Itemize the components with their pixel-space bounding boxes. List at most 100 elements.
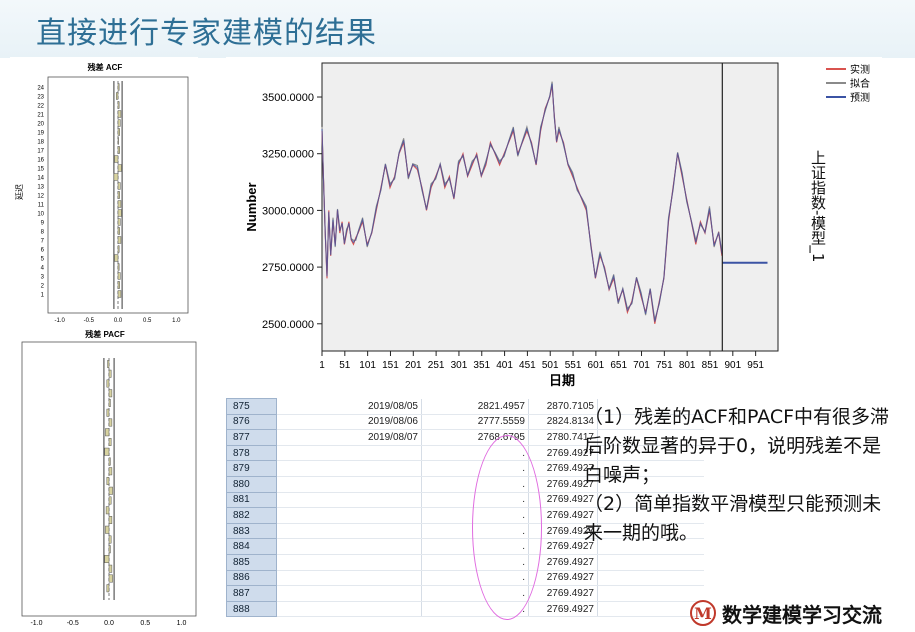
acf-lag-label: 17 [37, 149, 44, 155]
pacf-bar [104, 447, 110, 456]
data-cell [597, 570, 704, 587]
data-cell [276, 601, 422, 618]
x-tick-label: 601 [588, 360, 605, 371]
brand-name: 数学建模学习交流 [722, 602, 882, 627]
x-tick-label: 201 [405, 360, 422, 371]
acf-lag-label: 15 [37, 167, 44, 173]
data-cell: 2769.4927 [528, 585, 598, 602]
pacf-x-tick: 1.0 [177, 620, 187, 627]
row-id-cell: 886 [226, 569, 277, 587]
slide-title: 直接进行专家建模的结果 [36, 16, 377, 51]
y-tick-label: 3500.0000 [262, 92, 314, 104]
row-id-cell: 880 [226, 475, 277, 493]
y-tick-label: 2500.0000 [262, 319, 314, 331]
data-cell [276, 585, 422, 602]
pacf-bar [108, 535, 112, 544]
data-cell: 2777.5559 [421, 414, 529, 431]
pacf-bar [108, 467, 113, 476]
y-tick-label: 3250.0000 [262, 149, 314, 161]
pacf-bar [108, 564, 113, 573]
data-cell [276, 554, 422, 571]
x-tick-label: 301 [451, 360, 468, 371]
pacf-bar [105, 506, 110, 515]
pacf-bar [108, 486, 113, 495]
row-id-cell: 888 [226, 600, 277, 618]
x-tick-label: 751 [656, 360, 673, 371]
data-cell [276, 460, 422, 477]
acf-x-tick: 0.5 [143, 318, 152, 324]
pacf-bar [107, 360, 110, 368]
row-id-cell: 882 [226, 507, 277, 524]
note-2: （2）简单指数平滑模型只能预测未来一期的哦。 [584, 493, 882, 544]
acf-lag-label: 14 [37, 176, 44, 182]
data-cell: 2769.4927 [528, 570, 598, 587]
x-tick-label: 701 [633, 360, 650, 371]
highlight-oval [472, 435, 542, 620]
x-tick-label: 801 [679, 360, 696, 371]
acf-bar [117, 200, 122, 208]
note-1: （1）残差的ACF和PACF中有很多滞后阶数显著的异于0，说明残差不是白噪声； [584, 406, 890, 486]
row-id-cell: 883 [226, 522, 277, 540]
acf-bar [113, 173, 119, 181]
pacf-title: 残差 PACF [85, 329, 125, 339]
row-id-cell: 876 [226, 413, 277, 431]
pacf-bar [108, 399, 111, 407]
row-id-cell: 875 [226, 398, 277, 415]
acf-lag-label: 23 [37, 95, 44, 101]
forecast-chart: 2500.0000 2750.0000 3000.0000 3250.0000 3500… [226, 57, 882, 393]
x-tick-label: 351 [473, 360, 490, 371]
x-tick-label: 651 [610, 360, 627, 371]
row-id-cell: 885 [226, 553, 277, 571]
acf-bar [117, 281, 120, 289]
data-cell [276, 445, 422, 462]
y-tick-label: 2750.0000 [262, 262, 314, 274]
x-tick-label: 551 [565, 360, 582, 371]
legend-label: 预测 [850, 91, 870, 104]
x-tick-label: 1 [319, 360, 325, 371]
acf-x-tick: 1.0 [172, 318, 181, 324]
acf-lag-label: 10 [37, 212, 44, 218]
acf-bar [116, 92, 119, 100]
row-id-cell: 878 [226, 444, 277, 462]
x-tick-label: 101 [359, 360, 376, 371]
x-tick-label: 851 [702, 360, 719, 371]
x-tick-label: 451 [519, 360, 536, 371]
pacf-bar [108, 516, 113, 524]
pacf-bar [106, 477, 110, 485]
acf-ylabel: 延迟 [14, 184, 24, 200]
table-row: 888. 2769.4927 [226, 600, 704, 618]
data-cell [276, 570, 422, 587]
row-id-cell: 884 [226, 538, 277, 555]
acf-lag-label: 12 [37, 194, 44, 200]
acf-bar [114, 254, 119, 262]
row-id-cell: 879 [226, 460, 277, 477]
acf-bar [117, 182, 121, 190]
acf-lag-label: 13 [37, 185, 44, 191]
x-tick-label: 51 [339, 360, 351, 371]
pacf-bar [108, 457, 111, 466]
acf-bar [114, 155, 119, 163]
pacf-bar [108, 389, 113, 398]
acf-bar [117, 137, 119, 145]
pacf-bar [106, 379, 110, 388]
acf-bar [117, 209, 122, 217]
pacf-bar [108, 496, 112, 505]
data-cell [276, 538, 422, 555]
pacf-bar [108, 545, 111, 554]
acf-lag-label: 18 [37, 140, 44, 146]
acf-bar [117, 290, 122, 298]
legend-label: 拟合 [850, 77, 870, 90]
pacf-x-tick: 0.5 [140, 620, 150, 627]
pacf-bar [106, 584, 110, 593]
pacf-bar [106, 408, 110, 417]
acf-x-tick: -1.0 [54, 318, 65, 324]
acf-chart: 残差 ACF 延迟 24 23 22 21 20 19 18 17 16 15 14 13 12 11 10… [10, 57, 198, 327]
acf-bar [117, 83, 120, 91]
data-cell: 2019/08/05 [276, 398, 422, 415]
row-id-cell: 881 [226, 491, 277, 509]
acf-title: 残差 ACF [88, 62, 123, 72]
table-row: 885. 2769.4927 [226, 553, 704, 571]
data-cell [597, 585, 704, 602]
acf-bar [117, 101, 120, 109]
acf-bar [117, 110, 122, 118]
